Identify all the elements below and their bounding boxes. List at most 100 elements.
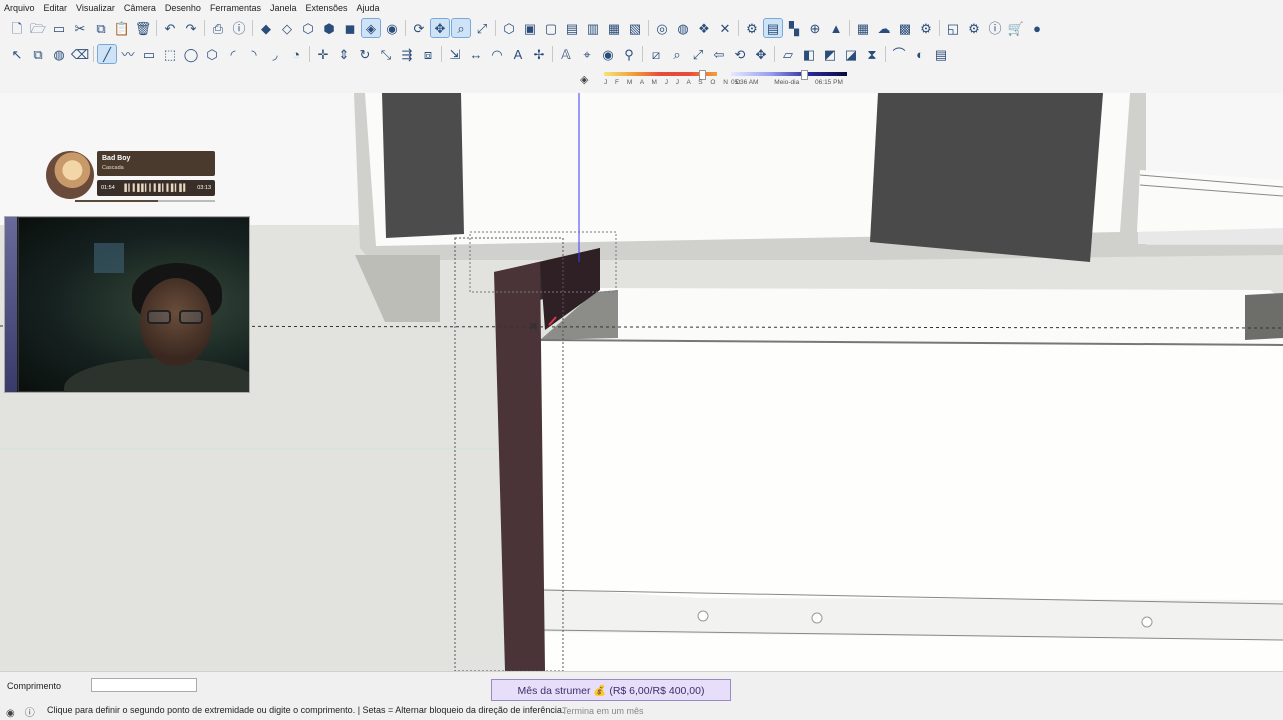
follow-me-icon[interactable]: ⇶: [398, 45, 416, 63]
shaded-textures-icon[interactable]: ◈: [361, 18, 381, 38]
rotated-rectangle-icon[interactable]: ⬚: [161, 45, 179, 63]
shadow-toggle-icon[interactable]: ◈: [580, 73, 588, 86]
erase-icon[interactable]: 🗑: [134, 19, 152, 37]
add-location-icon[interactable]: ⊕: [806, 19, 824, 37]
walk-icon[interactable]: ⚲: [620, 45, 638, 63]
protractor-icon[interactable]: ◠: [488, 45, 506, 63]
front-view-icon[interactable]: ▢: [542, 19, 560, 37]
3d-viewport[interactable]: ✖ Bad Boy Cascada 01:54 ▌▎▍▌▌▎▎▍▌▎▍▌▎▌▍ …: [0, 93, 1283, 671]
solid-tools-icon[interactable]: ◧: [800, 45, 818, 63]
xray-icon[interactable]: ◆: [257, 19, 275, 37]
outer-shell-icon[interactable]: ◩: [821, 45, 839, 63]
menu-janela[interactable]: Janela: [270, 3, 297, 13]
paint-bucket-icon[interactable]: ◍: [50, 45, 68, 63]
menu-camera[interactable]: Câmera: [124, 3, 156, 13]
menu-editar[interactable]: Editar: [44, 3, 68, 13]
outliner-icon[interactable]: ▤: [763, 18, 783, 38]
3d-text-icon[interactable]: 𝔸: [557, 45, 575, 63]
zoom-window-icon[interactable]: ⌕: [668, 45, 686, 63]
save-icon[interactable]: ▭: [50, 19, 68, 37]
menu-visualizar[interactable]: Visualizar: [76, 3, 115, 13]
section-cuts-icon[interactable]: ❖: [695, 19, 713, 37]
shop-icon[interactable]: 🛒: [1007, 19, 1025, 37]
text-icon[interactable]: A: [509, 45, 527, 63]
pan2-icon[interactable]: ✥: [752, 45, 770, 63]
extension-manager-icon[interactable]: ⚙: [965, 19, 983, 37]
dynamic-components-icon[interactable]: ◐: [911, 45, 929, 63]
shaded-icon[interactable]: ◼: [341, 19, 359, 37]
section-plane-icon[interactable]: ◎: [653, 19, 671, 37]
3d-warehouse-icon[interactable]: ☁: [875, 19, 893, 37]
menu-desenho[interactable]: Desenho: [165, 3, 201, 13]
zoom-extents-icon[interactable]: ⤢: [473, 19, 491, 37]
print-icon[interactable]: ⎙: [209, 19, 227, 37]
wireframe-icon[interactable]: ⬡: [299, 19, 317, 37]
menu-arquivo[interactable]: Arquivo: [4, 3, 35, 13]
make-component-icon[interactable]: ⧉: [29, 45, 47, 63]
rectangle-icon[interactable]: ▭: [140, 45, 158, 63]
offset-icon[interactable]: ⧈: [419, 45, 437, 63]
hiddenline-icon[interactable]: ⬢: [320, 19, 338, 37]
terrain-icon[interactable]: ▲: [827, 19, 845, 37]
tape-measure-icon[interactable]: ⇲: [446, 45, 464, 63]
3pt-arc-icon[interactable]: ◞: [266, 45, 284, 63]
zoom-extents2-icon[interactable]: ⤢: [689, 45, 707, 63]
select-icon[interactable]: ↖: [8, 45, 26, 63]
push-pull-icon[interactable]: ⇕: [335, 45, 353, 63]
rotate-icon[interactable]: ↻: [356, 45, 374, 63]
circle-icon[interactable]: ◯: [182, 45, 200, 63]
eraser-icon[interactable]: ⌫: [71, 45, 89, 63]
display-section-icon[interactable]: ◍: [674, 19, 692, 37]
polygon-icon[interactable]: ⬡: [203, 45, 221, 63]
menu-extensoes[interactable]: Extensões: [306, 3, 348, 13]
menu-ajuda[interactable]: Ajuda: [357, 3, 380, 13]
top-view-icon[interactable]: ▣: [521, 19, 539, 37]
zoom-icon[interactable]: ⌕: [451, 18, 471, 38]
layout-icon[interactable]: ◱: [944, 19, 962, 37]
dimension-icon[interactable]: ↔: [467, 45, 485, 63]
redo-icon[interactable]: ↷: [182, 19, 200, 37]
extension-warehouse-icon[interactable]: ⚙: [917, 19, 935, 37]
new-icon[interactable]: 🗋: [8, 19, 26, 37]
orbit2-icon[interactable]: ⟲: [731, 45, 749, 63]
line-icon[interactable]: ╱: [97, 44, 117, 64]
move-icon[interactable]: ✛: [314, 45, 332, 63]
section-icon[interactable]: ⧄: [647, 45, 665, 63]
look-around-icon[interactable]: ◉: [599, 45, 617, 63]
info-icon[interactable]: ⓘ: [986, 19, 1004, 37]
scale-icon[interactable]: ⤡: [377, 45, 395, 63]
right-view-icon[interactable]: ▤: [563, 19, 581, 37]
credits-info-icon[interactable]: ⓘ: [25, 708, 35, 719]
cut-icon[interactable]: ✂: [71, 19, 89, 37]
intersect-icon[interactable]: ◪: [842, 45, 860, 63]
pan-icon[interactable]: ✥: [430, 18, 450, 38]
axes-icon[interactable]: ✢: [530, 45, 548, 63]
position-camera-icon[interactable]: ⌖: [578, 45, 596, 63]
measurement-input[interactable]: [91, 678, 197, 692]
back-view-icon[interactable]: ▥: [584, 19, 602, 37]
previous-view-icon[interactable]: ⇦: [710, 45, 728, 63]
account-icon[interactable]: ●: [1028, 19, 1046, 37]
menu-ferramentas[interactable]: Ferramentas: [210, 3, 261, 13]
left-view-icon[interactable]: ▦: [605, 19, 623, 37]
open-icon[interactable]: 🗁: [29, 19, 47, 37]
component-icon[interactable]: ⚙: [743, 19, 761, 37]
orbit-icon[interactable]: ⟳: [410, 19, 428, 37]
share-model-icon[interactable]: ▩: [896, 19, 914, 37]
sandbox-icon[interactable]: ▱: [779, 45, 797, 63]
curve-icon[interactable]: ⌒: [890, 45, 908, 63]
2pt-arc-icon[interactable]: ◝: [245, 45, 263, 63]
arc-icon[interactable]: ◜: [224, 45, 242, 63]
monochrome-icon[interactable]: ◉: [383, 19, 401, 37]
undo-icon[interactable]: ↶: [161, 19, 179, 37]
copy-icon[interactable]: ⧉: [92, 19, 110, 37]
mirror-icon[interactable]: ⧗: [863, 45, 881, 63]
model-info-icon[interactable]: ⓘ: [230, 19, 248, 37]
geo-location-icon[interactable]: ◉: [6, 708, 15, 719]
time-slider[interactable]: [731, 72, 847, 76]
bottom-view-icon[interactable]: ▧: [626, 19, 644, 37]
scenes-icon[interactable]: ▤: [932, 45, 950, 63]
iso-view-icon[interactable]: ⬡: [500, 19, 518, 37]
section-fill-icon[interactable]: ✕: [716, 19, 734, 37]
backedges-icon[interactable]: ◇: [278, 19, 296, 37]
